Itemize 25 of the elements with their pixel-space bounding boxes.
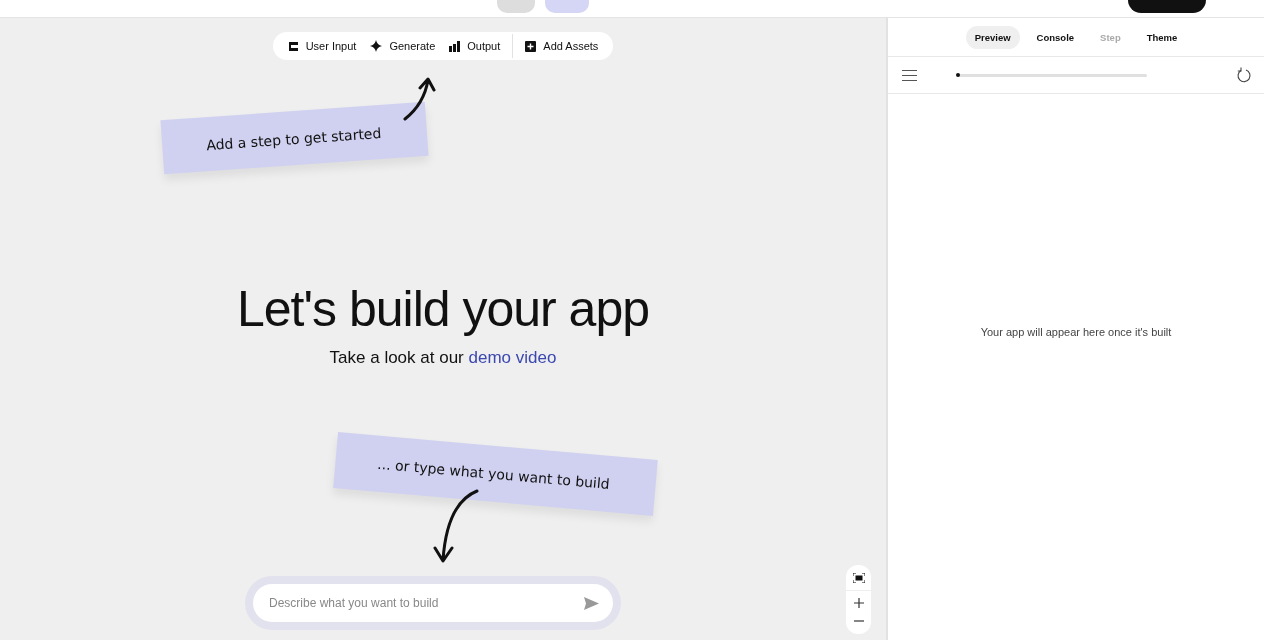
sticky-note: Add a step to get started	[160, 101, 429, 175]
toolbar-button[interactable]: User Input	[282, 36, 362, 56]
toolbar-button[interactable]: Add Assets	[520, 36, 604, 56]
panel-tab[interactable]: Preview	[965, 25, 1020, 49]
bar-chart-icon	[449, 40, 461, 52]
curved-arrow	[402, 76, 436, 122]
progress-thumb[interactable]	[956, 72, 960, 77]
prompt-field[interactable]: Describe what you want to build	[253, 584, 613, 622]
toolbar-button[interactable]: Output	[444, 36, 506, 56]
sparkle-icon	[370, 40, 383, 52]
send-icon[interactable]	[584, 597, 599, 610]
sticky-note: ... or type what you want to build	[333, 432, 658, 516]
hero-subtitle: Take a look at our demo video	[329, 348, 557, 368]
input-icon	[287, 40, 299, 52]
add-box-icon	[525, 40, 537, 52]
empty-message: Your app will appear here once it's built	[980, 326, 1172, 338]
menu-icon[interactable]	[902, 69, 917, 81]
refresh-icon[interactable]	[1237, 67, 1252, 83]
toolbar-button[interactable]: Generate	[365, 36, 441, 56]
zoom-in-icon[interactable]	[853, 598, 864, 608]
panel-tab[interactable]: Console	[1027, 25, 1084, 49]
fit-view-icon[interactable]	[852, 573, 865, 583]
panel-tab[interactable]: Theme	[1137, 25, 1187, 49]
hero-title: Let's build your app	[236, 280, 650, 338]
demo-video-link[interactable]: demo video	[468, 348, 557, 367]
